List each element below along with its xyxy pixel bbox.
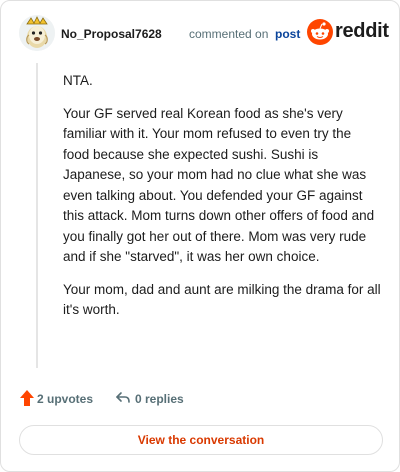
reddit-logo-icon bbox=[307, 19, 333, 45]
reddit-logo[interactable]: reddit bbox=[307, 19, 389, 45]
comment-card: No_Proposal7628 commented on post reddit… bbox=[0, 0, 400, 472]
author-name[interactable]: No_Proposal7628 bbox=[61, 27, 162, 41]
avatar-icon bbox=[19, 15, 55, 51]
upvote-count: 2 upvotes bbox=[37, 392, 94, 406]
reply-arrow-icon bbox=[116, 392, 130, 403]
comment-paragraph: Your GF served real Korean food as she's… bbox=[63, 105, 375, 265]
upvote-arrow-icon bbox=[20, 390, 34, 406]
comment-paragraph: NTA. bbox=[63, 73, 93, 88]
comment-body: NTA. Your GF served real Korean food as … bbox=[63, 71, 381, 333]
view-conversation-button[interactable]: View the conversation bbox=[19, 425, 383, 455]
thread-line bbox=[36, 63, 38, 368]
comment-header: No_Proposal7628 commented on post reddit bbox=[19, 15, 389, 55]
comment-paragraph: Your mom, dad and aunt are milking the d… bbox=[63, 281, 381, 318]
avatar[interactable] bbox=[19, 15, 55, 51]
comment-footer: 2 upvotes 0 replies bbox=[19, 389, 379, 409]
post-link[interactable]: post bbox=[275, 27, 300, 41]
reply-count: 0 replies bbox=[135, 392, 184, 406]
commented-on-text: commented on bbox=[189, 27, 269, 41]
reddit-wordmark: reddit bbox=[335, 20, 389, 42]
